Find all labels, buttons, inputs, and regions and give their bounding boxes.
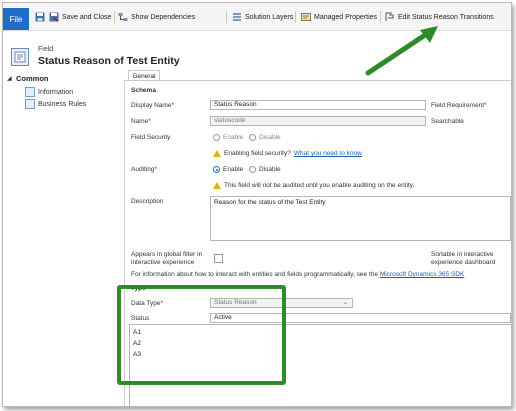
window: File Save and Close Show Dependencies So… [2,2,512,407]
toolbar-divider [114,11,115,23]
nav-item-label: Information [38,88,74,96]
display-name-input[interactable]: Status Reason [210,100,426,110]
radio-icon [249,166,256,173]
radio-icon [213,134,220,141]
tab-underline [124,80,511,81]
save-button[interactable] [35,10,45,24]
chevron-down-icon: ⌄ [342,300,348,306]
sdk-link[interactable]: Microsoft Dynamics 365 SDK [380,271,465,278]
edit-status-reason-transitions-label: Edit Status Reason Transitions [398,13,494,21]
sortable-label: Sortable in interactive experience dashb… [431,251,496,266]
save-close-icon [49,12,59,22]
warning-icon [213,150,221,157]
radio-selected-icon [213,166,220,173]
file-button[interactable]: File [3,8,29,30]
what-you-need-to-know-link[interactable]: What you need to know [294,150,362,157]
toolbar-divider [380,11,381,23]
searchable-label: Searchable [431,118,464,125]
name-label: Name* [131,118,151,125]
nav-item-information[interactable]: Information [25,87,73,97]
information-icon [25,87,35,97]
entity-icon [11,48,29,66]
field-security-note: Enabling field security? What you need t… [213,150,362,157]
show-dependencies-button[interactable]: Show Dependencies [118,10,195,24]
global-filter-label: Appears in global filter in interactive … [131,251,203,266]
auditing-label: Auditing* [131,166,158,173]
collapse-arrow-icon[interactable]: ◢ [7,75,12,82]
managed-properties-icon [301,13,311,21]
radio-icon [249,134,256,141]
save-and-close-button[interactable]: Save and Close [49,10,111,24]
display-name-label: Display Name* [131,102,174,109]
auditing-disable-radio[interactable]: Disable [249,166,281,173]
dependencies-icon [118,13,128,21]
description-textarea[interactable]: Reason for the status of the Test Entity [210,196,511,241]
nav-item-business-rules[interactable]: Business Rules [25,99,86,109]
page-title: Status Reason of Test Entity [38,55,180,67]
managed-properties-button[interactable]: Managed Properties [301,10,377,24]
transitions-icon [385,12,394,21]
layers-icon [233,13,241,21]
field-security-label: Field Security [131,134,171,141]
solution-layers-button[interactable]: Solution Layers [232,10,293,24]
auditing-note: This field will not be audited until you… [213,182,414,189]
field-requirement-label: Field Requirement* [431,102,487,109]
warning-icon [213,182,221,189]
sdk-info-text: For information about how to interact wi… [131,271,465,278]
global-filter-checkbox[interactable] [214,254,223,263]
description-label: Description [131,198,164,205]
field-security-disable-radio[interactable]: Disable [249,134,281,141]
nav-heading-common[interactable]: Common [16,74,49,83]
save-icon [35,12,45,22]
auditing-enable-radio[interactable]: Enable [213,166,243,173]
green-arrow-annotation [365,26,438,76]
business-rules-icon [25,99,35,109]
managed-properties-label: Managed Properties [314,13,378,21]
toolbar-divider [295,11,296,23]
name-input: statuscode [210,116,426,126]
edit-status-reason-transitions-button[interactable]: Edit Status Reason Transitions [385,10,494,24]
nav-item-label: Business Rules [38,100,87,108]
green-highlight-box [117,285,286,385]
show-dependencies-label: Show Dependencies [131,13,196,21]
field-security-enable-radio[interactable]: Enable [213,134,243,141]
save-and-close-label: Save and Close [62,13,112,21]
field-type-label: Field [38,46,54,53]
solution-layers-label: Solution Layers [245,13,294,21]
schema-heading: Schema [131,87,156,94]
toolbar-divider [226,11,227,23]
